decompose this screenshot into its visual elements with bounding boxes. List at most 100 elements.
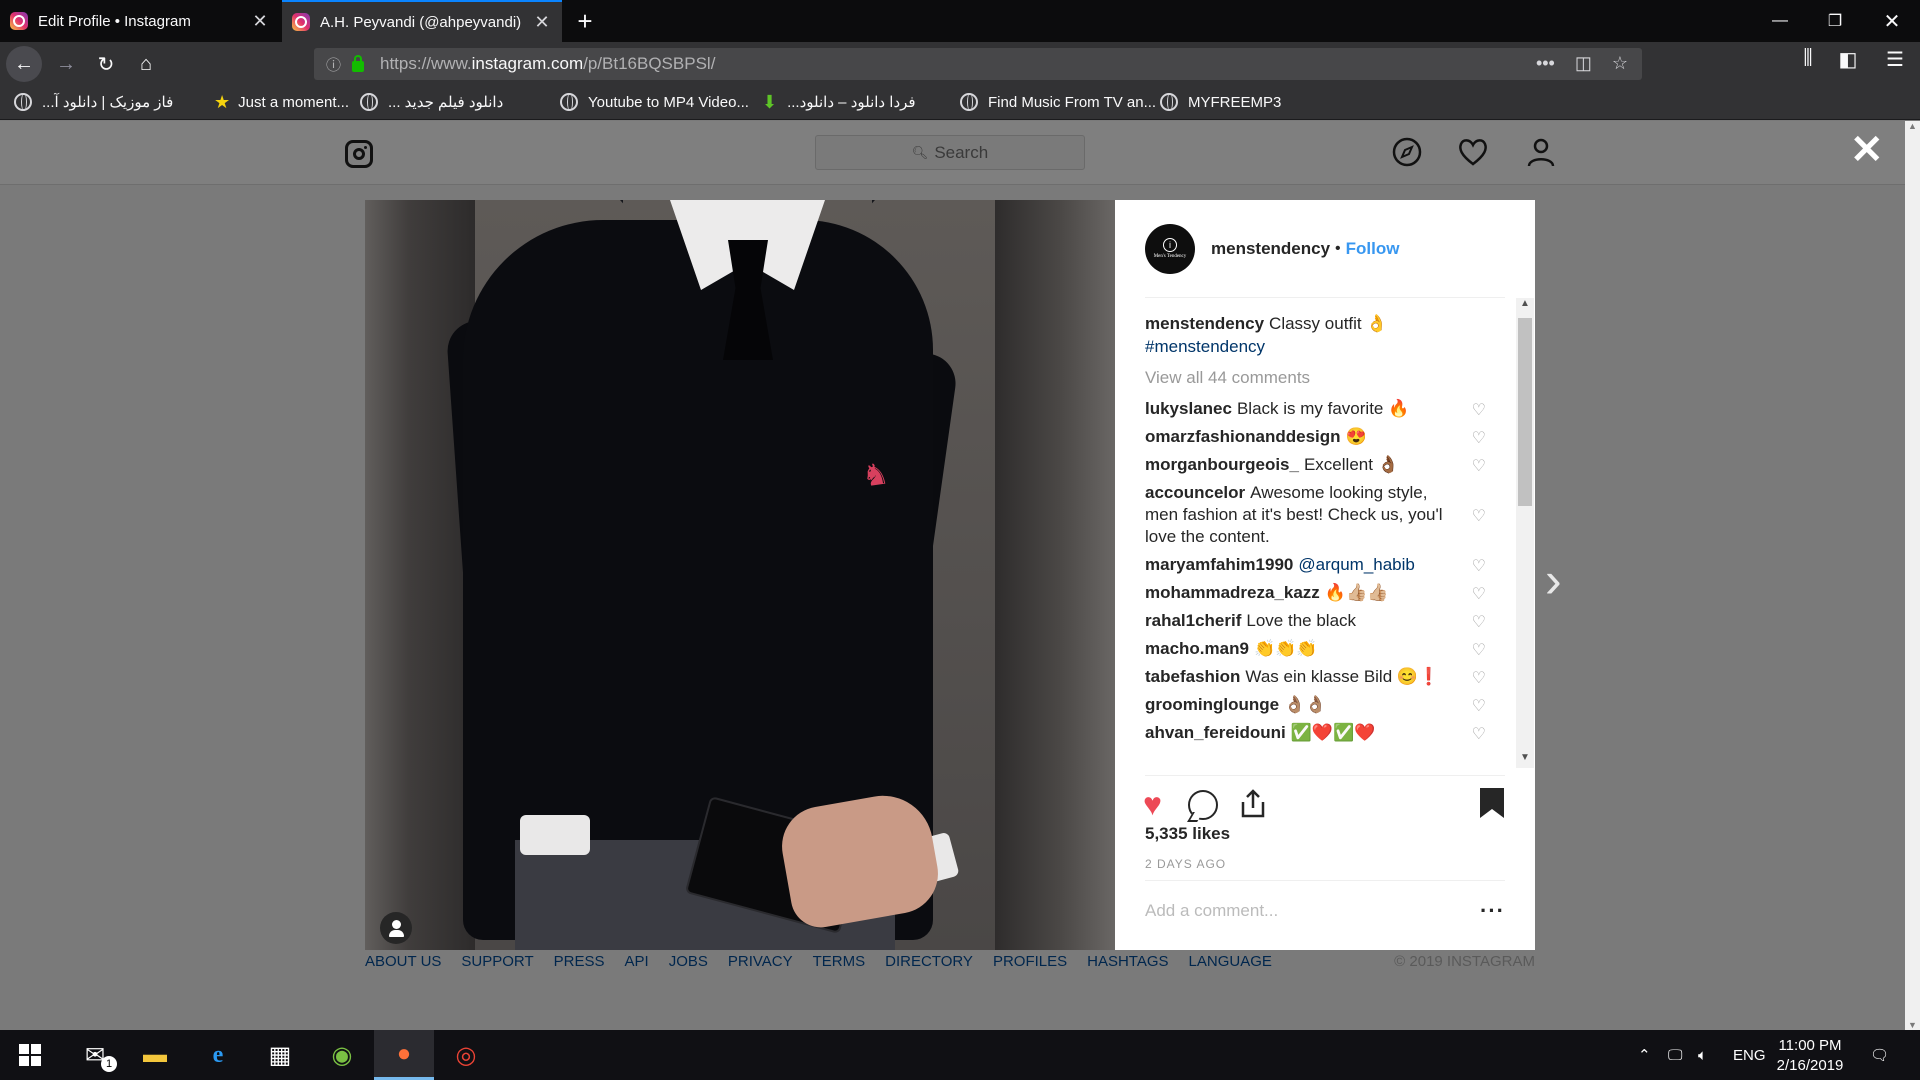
comment-username[interactable]: groominglounge: [1145, 695, 1279, 714]
bookmark-item[interactable]: ★ Just a moment...: [214, 85, 349, 119]
comment-username[interactable]: omarzfashionanddesign: [1145, 427, 1341, 446]
post-image[interactable]: ♞: [365, 200, 1115, 950]
chrome-icon[interactable]: ◎: [436, 1030, 496, 1080]
comment-username[interactable]: ahvan_fereidouni: [1145, 723, 1286, 742]
likes-count[interactable]: 5,335 likes: [1145, 824, 1230, 844]
scroll-down-arrow-icon[interactable]: ▼: [1905, 1020, 1920, 1030]
bookmark-item[interactable]: ⬇ فردا دانلود – دانلود...: [762, 85, 916, 119]
network-app-icon[interactable]: ◉: [312, 1030, 372, 1080]
comment-username[interactable]: macho.man9: [1145, 639, 1249, 658]
clock[interactable]: 11:00 PM 2/16/2019: [1762, 1036, 1858, 1076]
language-indicator[interactable]: ENG: [1733, 1030, 1766, 1080]
footer-link[interactable]: PROFILES: [993, 953, 1067, 970]
tab-edit-profile[interactable]: Edit Profile • Instagram ✕: [0, 0, 280, 42]
close-tab-icon[interactable]: ✕: [250, 11, 270, 32]
scrollbar-thumb[interactable]: [1518, 318, 1532, 506]
profile-user-icon[interactable]: [1524, 135, 1558, 169]
search-input[interactable]: 🔍︎ Search: [815, 135, 1085, 170]
post-username[interactable]: menstendency: [1211, 239, 1330, 259]
page-actions-icon[interactable]: •••: [1536, 53, 1555, 74]
comments-list[interactable]: menstendency Classy outfit 👌 #menstendenc…: [1145, 312, 1492, 770]
bookmark-item[interactable]: دانلود فیلم جدید ...: [360, 85, 503, 119]
bookmark-item[interactable]: Find Music From TV an...: [960, 85, 1156, 119]
share-icon[interactable]: [1239, 788, 1267, 818]
tab-ahpeyvandi[interactable]: A.H. Peyvandi (@ahpeyvandi) • ✕: [282, 0, 562, 42]
library-icon[interactable]: ⫼: [1793, 47, 1823, 70]
network-icon[interactable]: 🖵︎: [1668, 1030, 1682, 1080]
more-options-icon[interactable]: ···: [1475, 898, 1505, 924]
footer-link[interactable]: API: [625, 953, 649, 970]
footer-link[interactable]: JOBS: [669, 953, 708, 970]
footer-link[interactable]: PRIVACY: [728, 953, 793, 970]
footer-link[interactable]: TERMS: [813, 953, 866, 970]
close-tab-icon[interactable]: ✕: [532, 12, 552, 33]
hashtag-link[interactable]: #menstendency: [1145, 337, 1265, 356]
calculator-icon[interactable]: ▦: [250, 1030, 310, 1080]
new-tab-button[interactable]: +: [570, 0, 600, 42]
url-text[interactable]: https://www.instagram.com/p/Bt16BQSBPSl/: [380, 54, 715, 74]
bookmark-item[interactable]: MYFREEMP3: [1160, 85, 1281, 119]
comment-like-heart-icon[interactable]: ♡: [1472, 400, 1486, 422]
caption-username[interactable]: menstendency: [1145, 314, 1264, 333]
pocket-icon[interactable]: ◫: [1575, 53, 1592, 74]
comments-scrollbar[interactable]: ▲ ▼: [1516, 298, 1534, 768]
comment-username[interactable]: maryamfahim1990: [1145, 555, 1293, 574]
tray-chevron-up-icon[interactable]: ⌃: [1638, 1030, 1651, 1080]
start-windows-icon[interactable]: [0, 1030, 60, 1080]
minimize-button[interactable]: —: [1750, 0, 1810, 42]
comment-like-heart-icon[interactable]: ♡: [1472, 428, 1486, 450]
menu-icon[interactable]: ☰: [1880, 47, 1910, 72]
comment-username[interactable]: tabefashion: [1145, 667, 1240, 686]
info-icon[interactable]: ⓘ: [326, 54, 346, 75]
comment-like-heart-icon[interactable]: ♡: [1472, 668, 1486, 690]
close-overlay-icon[interactable]: ✕: [1850, 130, 1884, 170]
internet-explorer-icon[interactable]: e: [188, 1030, 248, 1080]
window-close-button[interactable]: ✕: [1862, 0, 1920, 42]
comment-like-heart-icon[interactable]: ♡: [1472, 584, 1486, 606]
scroll-down-arrow-icon[interactable]: ▼: [1516, 752, 1534, 768]
bookmark-save-icon[interactable]: [1480, 788, 1504, 818]
restore-button[interactable]: ❐: [1805, 0, 1865, 42]
comment-username[interactable]: accouncelor: [1145, 483, 1245, 502]
comment-bubble-icon[interactable]: [1188, 790, 1218, 820]
lock-icon[interactable]: [352, 55, 364, 72]
comment-like-heart-icon[interactable]: ♡: [1472, 506, 1486, 528]
comment-like-heart-icon[interactable]: ♡: [1472, 696, 1486, 718]
url-bar[interactable]: ⓘ https://www.instagram.com/p/Bt16BQSBPS…: [314, 48, 1642, 80]
post-timestamp[interactable]: 2 DAYS AGO: [1145, 857, 1226, 871]
footer-link[interactable]: PRESS: [554, 953, 605, 970]
comment-like-heart-icon[interactable]: ♡: [1472, 456, 1486, 478]
mail-icon[interactable]: ✉ 1: [65, 1030, 125, 1080]
bookmark-item[interactable]: Youtube to MP4 Video...: [560, 85, 749, 119]
next-post-chevron-icon[interactable]: ›: [1545, 555, 1562, 605]
view-all-comments-link[interactable]: View all 44 comments: [1145, 368, 1492, 388]
mention-link[interactable]: @arqum_habib: [1298, 555, 1415, 574]
footer-link[interactable]: DIRECTORY: [885, 953, 973, 970]
firefox-icon[interactable]: ●: [374, 1030, 434, 1080]
bookmark-star-icon[interactable]: ☆: [1612, 53, 1628, 74]
scroll-up-arrow-icon[interactable]: ▲: [1905, 121, 1920, 131]
footer-link[interactable]: ABOUT US: [365, 953, 441, 970]
reload-button[interactable]: ↻: [88, 46, 124, 82]
volume-icon[interactable]: 🔈︎: [1698, 1030, 1707, 1080]
comment-username[interactable]: morganbourgeois_: [1145, 455, 1299, 474]
comment-input[interactable]: [1145, 900, 1475, 921]
bookmark-item[interactable]: فاز موزیک | دانلود آ...: [14, 85, 173, 119]
tagged-user-icon[interactable]: [380, 912, 412, 944]
follow-button[interactable]: Follow: [1346, 239, 1400, 259]
forward-button[interactable]: →: [48, 46, 84, 82]
comment-like-heart-icon[interactable]: ♡: [1472, 640, 1486, 662]
comment-like-heart-icon[interactable]: ♡: [1472, 612, 1486, 634]
sidebar-icon[interactable]: ◧: [1833, 47, 1863, 72]
file-explorer-icon[interactable]: ▬: [125, 1030, 185, 1080]
scroll-up-arrow-icon[interactable]: ▲: [1516, 298, 1534, 314]
like-heart-icon[interactable]: ♥: [1143, 788, 1162, 820]
comment-username[interactable]: mohammadreza_kazz: [1145, 583, 1320, 602]
instagram-logo-icon[interactable]: [345, 140, 373, 168]
avatar[interactable]: i Men's Tendency: [1145, 223, 1195, 274]
comment-like-heart-icon[interactable]: ♡: [1472, 556, 1486, 578]
footer-link[interactable]: SUPPORT: [461, 953, 533, 970]
activity-heart-icon[interactable]: [1456, 135, 1490, 169]
footer-link[interactable]: LANGUAGE: [1189, 953, 1272, 970]
comment-username[interactable]: lukyslanec: [1145, 399, 1232, 418]
